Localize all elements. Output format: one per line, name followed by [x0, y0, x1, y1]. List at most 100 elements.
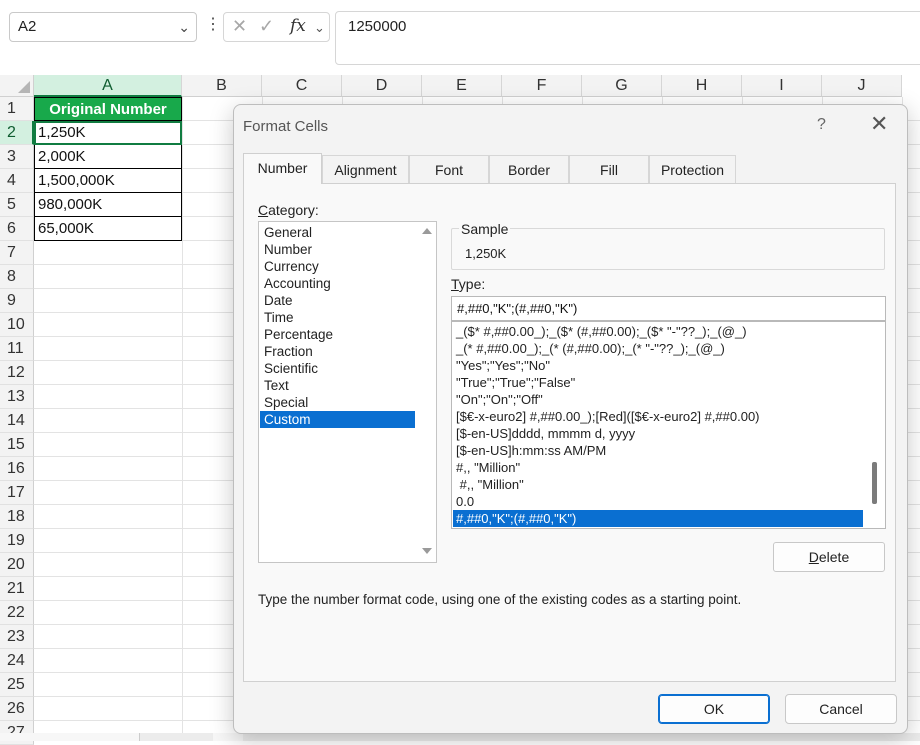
tab-border[interactable]: Border [489, 155, 569, 183]
row-header-20[interactable]: 20 [0, 553, 34, 577]
column-header-a[interactable]: A [34, 75, 182, 97]
cancel-button[interactable]: Cancel [785, 694, 897, 724]
formula-input[interactable]: 1250000 [335, 11, 920, 65]
row-header-7[interactable]: 7 [0, 241, 34, 265]
column-header-c[interactable]: C [262, 75, 342, 97]
tab-fill[interactable]: Fill [569, 155, 649, 183]
cell-a1-header[interactable]: Original Number [34, 97, 182, 121]
tab-alignment[interactable]: Alignment [322, 155, 409, 183]
row-header-8[interactable]: 8 [0, 265, 34, 289]
format-item[interactable]: #,, "Million" [453, 476, 863, 493]
column-header-i[interactable]: I [742, 75, 822, 97]
row-header-9[interactable]: 9 [0, 289, 34, 313]
category-item[interactable]: Currency [260, 258, 415, 275]
scroll-up-icon[interactable] [422, 228, 432, 234]
column-header-e[interactable]: E [422, 75, 502, 97]
row-header-2[interactable]: 2 [0, 121, 34, 145]
row-header-17[interactable]: 17 [0, 481, 34, 505]
row-header-21[interactable]: 21 [0, 577, 34, 601]
category-item[interactable]: Fraction [260, 343, 415, 360]
tab-font[interactable]: Font [409, 155, 489, 183]
row-header-10[interactable]: 10 [0, 313, 34, 337]
close-icon[interactable]: ✕ [870, 113, 888, 135]
ok-button[interactable]: OK [658, 694, 770, 724]
format-item[interactable]: "True";"True";"False" [453, 374, 863, 391]
category-item[interactable]: Percentage [260, 326, 415, 343]
row-header-15[interactable]: 15 [0, 433, 34, 457]
column-header-d[interactable]: D [342, 75, 422, 97]
format-item[interactable]: "Yes";"Yes";"No" [453, 357, 863, 374]
number-tab-panel: Category: General Number Currency Accoun… [243, 183, 896, 682]
sample-value: 1,250K [465, 246, 507, 261]
row-header-12[interactable]: 12 [0, 361, 34, 385]
format-item[interactable]: "On";"On";"Off" [453, 391, 863, 408]
row-header-6[interactable]: 6 [0, 217, 34, 241]
row-header-5[interactable]: 5 [0, 193, 34, 217]
format-item[interactable]: #,, "Million" [453, 459, 863, 476]
cell-a2[interactable]: 1,250K [34, 121, 182, 145]
row-header-3[interactable]: 3 [0, 145, 34, 169]
delete-button-text: elete [818, 549, 850, 565]
cell-a4[interactable]: 1,500,000K [34, 169, 182, 193]
row-header-18[interactable]: 18 [0, 505, 34, 529]
format-code-list[interactable]: _($* #,##0.00_);_($* (#,##0.00);_($* "-"… [451, 321, 886, 529]
row-header-11[interactable]: 11 [0, 337, 34, 361]
format-item[interactable]: [$€-x-euro2] #,##0.00_);[Red]([$€-x-euro… [453, 408, 863, 425]
row-header-4[interactable]: 4 [0, 169, 34, 193]
category-item[interactable]: Number [260, 241, 415, 258]
row-header-19[interactable]: 19 [0, 529, 34, 553]
row-header-14[interactable]: 14 [0, 409, 34, 433]
select-all-corner[interactable] [0, 75, 34, 97]
tab-number[interactable]: Number [243, 153, 322, 184]
name-box-value: A2 [18, 18, 37, 35]
category-item[interactable]: Text [260, 377, 415, 394]
cancel-entry-icon[interactable]: ✕ [232, 16, 247, 37]
delete-button[interactable]: Delete [773, 542, 885, 572]
column-header-h[interactable]: H [662, 75, 742, 97]
row-header-24[interactable]: 24 [0, 649, 34, 673]
column-header-f[interactable]: F [502, 75, 582, 97]
insert-function-button[interactable]: fx [290, 16, 306, 36]
sheet-tab[interactable] [213, 733, 243, 741]
column-header-b[interactable]: B [182, 75, 262, 97]
category-label: Category: [258, 202, 319, 218]
help-button[interactable]: ? [817, 116, 826, 134]
category-item[interactable]: Scientific [260, 360, 415, 377]
category-item[interactable]: Time [260, 309, 415, 326]
format-item[interactable]: [$-en-US]dddd, mmmm d, yyyy [453, 425, 863, 442]
column-header-j[interactable]: J [822, 75, 902, 97]
row-header-1[interactable]: 1 [0, 97, 34, 121]
scrollbar-thumb[interactable] [872, 462, 877, 504]
name-box[interactable]: A2 ⌄ [9, 12, 197, 42]
confirm-entry-icon[interactable]: ✓ [259, 16, 274, 37]
category-item[interactable]: General [260, 224, 415, 241]
chevron-down-icon[interactable]: ⌄ [178, 13, 190, 41]
type-input[interactable]: #,##0,"K";(#,##0,"K") [451, 296, 886, 321]
row-header-26[interactable]: 26 [0, 697, 34, 721]
row-header-16[interactable]: 16 [0, 457, 34, 481]
tab-protection[interactable]: Protection [649, 155, 736, 183]
category-list[interactable]: General Number Currency Accounting Date … [258, 221, 437, 563]
column-header-g[interactable]: G [582, 75, 662, 97]
scroll-down-icon[interactable] [422, 548, 432, 554]
cell-a5[interactable]: 980,000K [34, 193, 182, 217]
row-header-13[interactable]: 13 [0, 385, 34, 409]
format-item[interactable]: 0.0 [453, 493, 863, 510]
cell-a3[interactable]: 2,000K [34, 145, 182, 169]
category-item-custom[interactable]: Custom [260, 411, 415, 428]
row-header-23[interactable]: 23 [0, 625, 34, 649]
type-label: Type: [451, 276, 486, 292]
category-item[interactable]: Accounting [260, 275, 415, 292]
row-header-22[interactable]: 22 [0, 601, 34, 625]
category-item[interactable]: Date [260, 292, 415, 309]
format-item-selected[interactable]: #,##0,"K";(#,##0,"K") [453, 510, 863, 527]
format-item[interactable]: _($* #,##0.00_);_($* (#,##0.00);_($* "-"… [453, 323, 863, 340]
format-item[interactable]: [$-en-US]h:mm:ss AM/PM [453, 442, 863, 459]
more-options-icon[interactable]: ⋮ [205, 14, 221, 34]
cell-a6[interactable]: 65,000K [34, 217, 182, 241]
sheet-tab[interactable] [0, 733, 140, 741]
chevron-down-icon[interactable]: ⌄ [314, 20, 325, 36]
row-header-25[interactable]: 25 [0, 673, 34, 697]
format-item[interactable]: _(* #,##0.00_);_(* (#,##0.00);_(* "-"??_… [453, 340, 863, 357]
category-item[interactable]: Special [260, 394, 415, 411]
